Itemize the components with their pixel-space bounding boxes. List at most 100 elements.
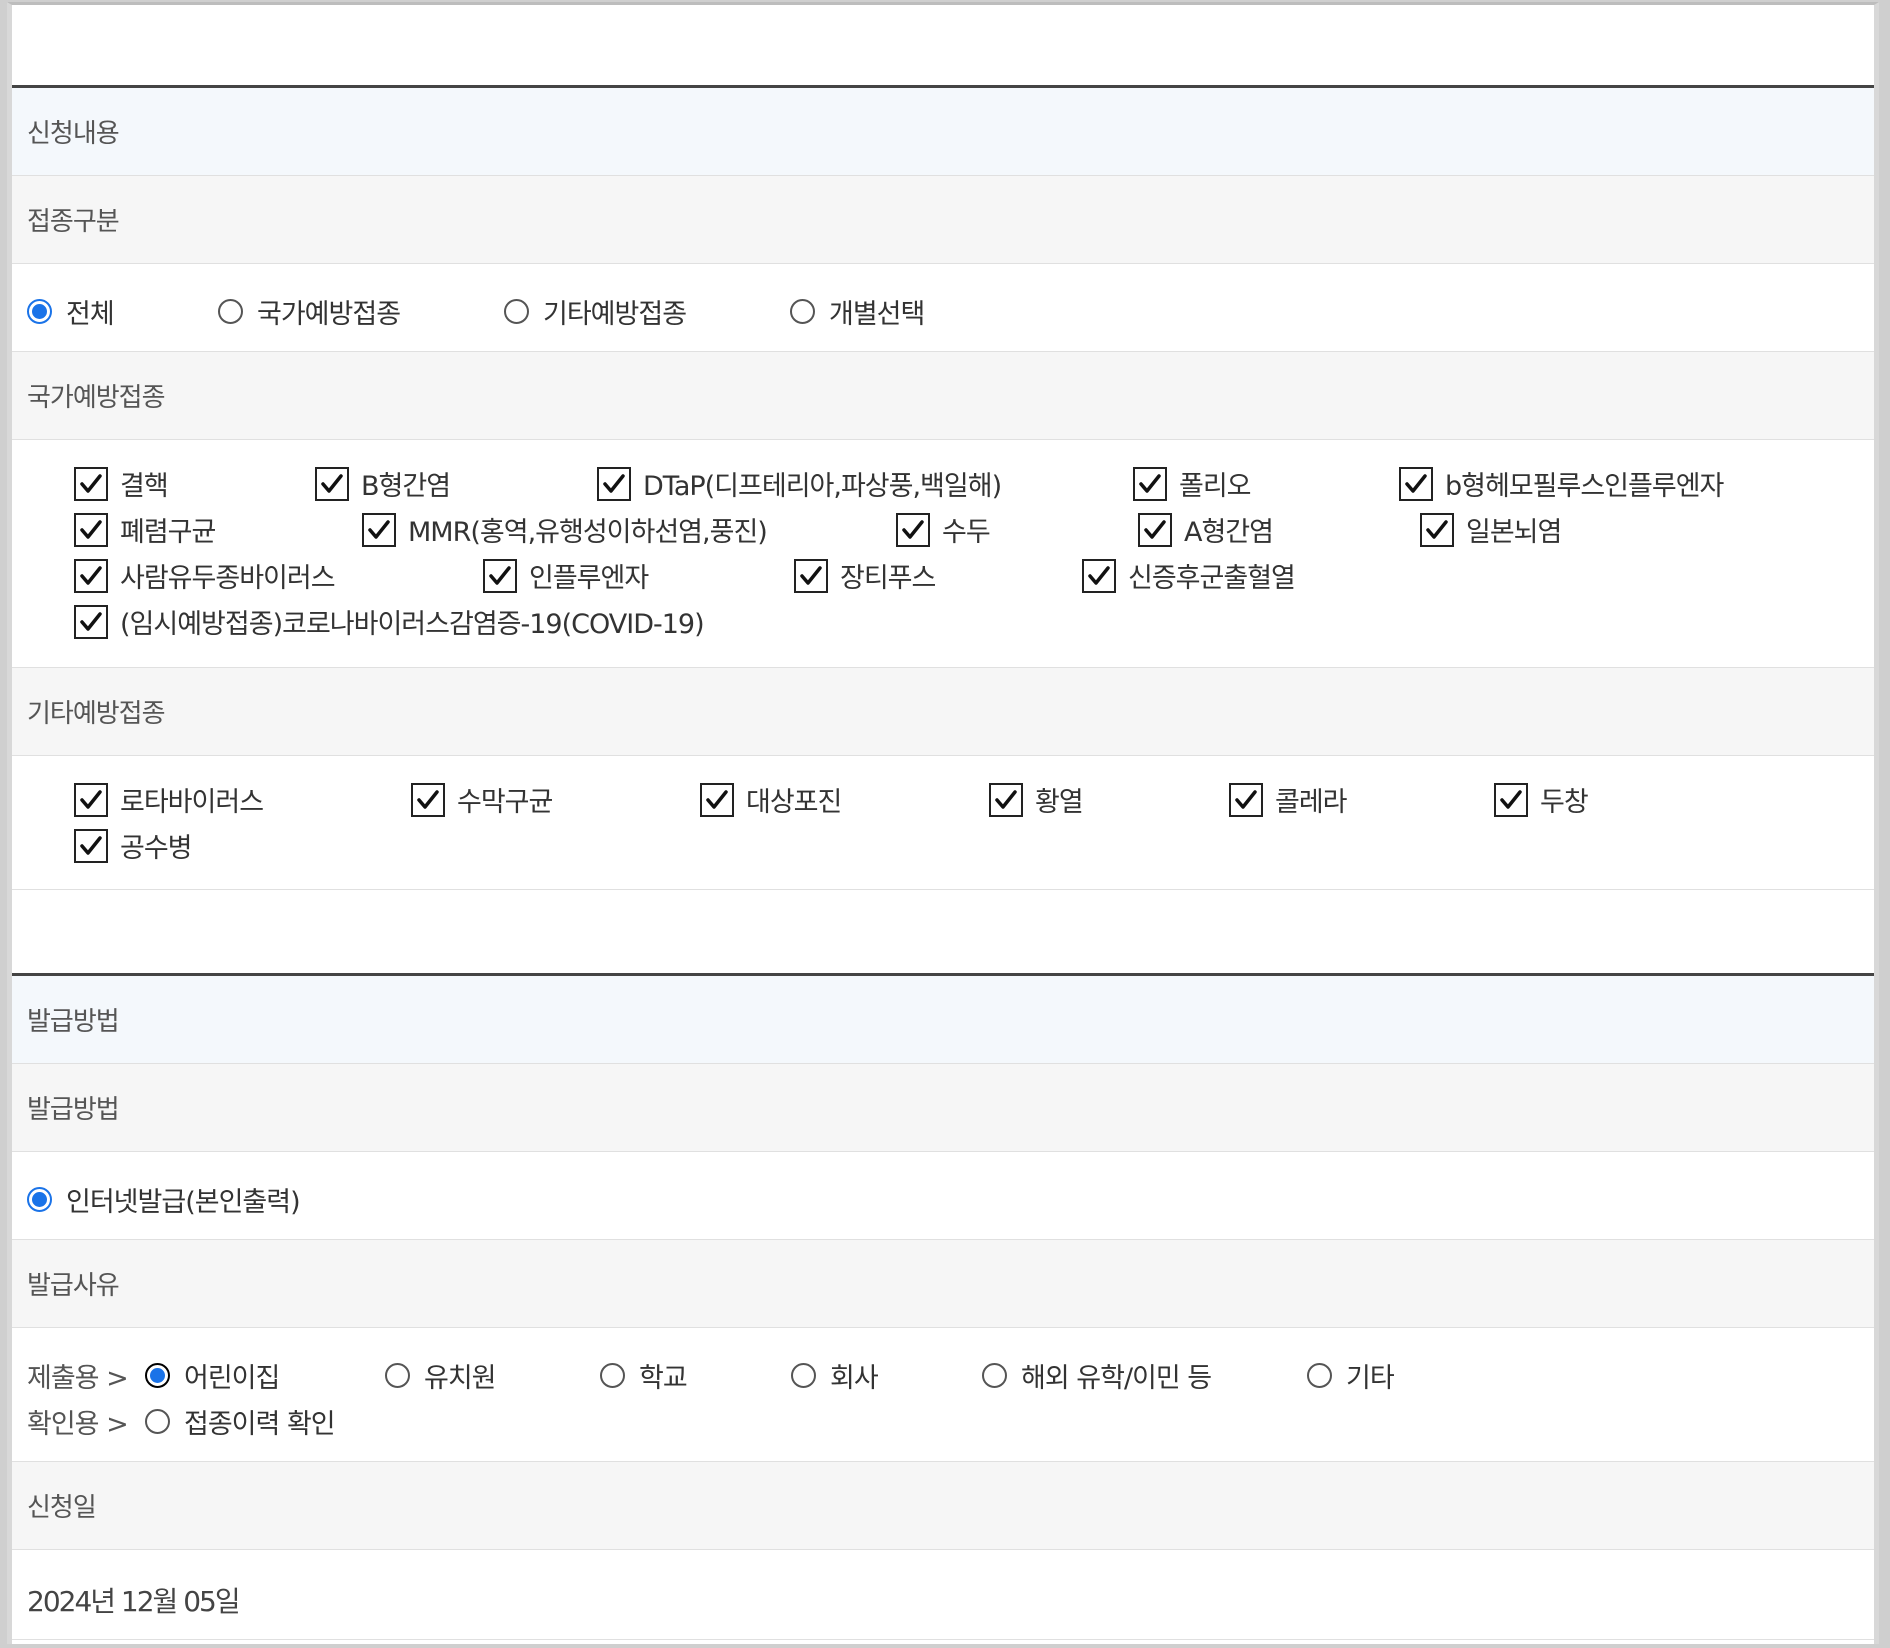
checkbox-checked-icon[interactable]	[74, 512, 108, 547]
checkbox-checked-icon[interactable]	[597, 466, 631, 501]
checkbox-label: 두창	[1540, 787, 1589, 818]
checkbox-item[interactable]: 콜레라	[1229, 780, 1348, 819]
certificate-form: 신청내용 접종구분 전체 국가예방접종 기타예방접종 개별선택 국가예방접종 결…	[7, 2, 1879, 1644]
other-checkbox-group: 로타바이러스 수막구균 대상포진 황열 콜레라 두창공수병	[12, 756, 1874, 890]
checkbox-label: (임시예방접종)코로나바이러스감염증-19(COVID-19)	[120, 609, 705, 640]
radio-national[interactable]: 국가예방접종	[218, 292, 401, 331]
checkbox-item[interactable]: 폐렴구균	[74, 510, 216, 549]
radio-label: 국가예방접종	[257, 299, 401, 330]
checkbox-item[interactable]: 인플루엔자	[483, 556, 649, 595]
other-label-row: 기타예방접종	[12, 668, 1874, 756]
radio-circle[interactable]	[145, 1363, 170, 1388]
radio-circle[interactable]	[145, 1409, 170, 1434]
section-title: 발급방법	[27, 1007, 120, 1037]
radio-circle[interactable]	[600, 1363, 625, 1388]
checkbox-checked-icon[interactable]	[74, 782, 108, 817]
radio-circle[interactable]	[27, 299, 52, 324]
other-label: 기타예방접종	[27, 699, 166, 729]
submit-prefix: 제출용 >	[27, 1363, 129, 1394]
radio-internet-issue[interactable]: 인터넷발급(본인출력)	[27, 1180, 301, 1219]
apply-date-label-row: 신청일	[12, 1462, 1874, 1550]
checkbox-checked-icon[interactable]	[1229, 782, 1263, 817]
checkbox-item[interactable]: 수두	[896, 510, 991, 549]
checkbox-checked-icon[interactable]	[411, 782, 445, 817]
checkbox-checked-icon[interactable]	[74, 828, 108, 863]
radio-label: 개별선택	[829, 299, 925, 330]
checkbox-checked-icon[interactable]	[989, 782, 1023, 817]
checkbox-item[interactable]: 사람유두종바이러스	[74, 556, 336, 595]
checkbox-item[interactable]: B형간염	[315, 464, 451, 503]
checkbox-checked-icon[interactable]	[315, 466, 349, 501]
top-spacer	[12, 5, 1874, 85]
radio-circle[interactable]	[385, 1363, 410, 1388]
radio-school[interactable]: 학교	[600, 1356, 688, 1395]
radio-circle[interactable]	[791, 1363, 816, 1388]
checkbox-checked-icon[interactable]	[1420, 512, 1454, 547]
vaccination-type-label-row: 접종구분	[12, 176, 1874, 264]
radio-circle[interactable]	[790, 299, 815, 324]
radio-other[interactable]: 기타예방접종	[504, 292, 687, 331]
checkbox-checked-icon[interactable]	[1138, 512, 1172, 547]
checkbox-item[interactable]: 수막구균	[411, 780, 553, 819]
checkbox-label: MMR(홍역,유행성이하선염,풍진)	[408, 517, 768, 548]
checkbox-checked-icon[interactable]	[1399, 466, 1433, 501]
checkbox-label: 콜레라	[1275, 787, 1348, 818]
checkbox-checked-icon[interactable]	[794, 558, 828, 593]
checkbox-item[interactable]: (임시예방접종)코로나바이러스감염증-19(COVID-19)	[74, 602, 705, 641]
issue-reason-options: 제출용 > 어린이집 유치원 학교 회사 해외 유학/이민 등 기타 확인용 >	[12, 1328, 1874, 1462]
checkbox-item[interactable]: 대상포진	[700, 780, 842, 819]
radio-circle[interactable]	[27, 1187, 52, 1212]
radio-daycare[interactable]: 어린이집	[145, 1356, 280, 1395]
checkbox-checked-icon[interactable]	[483, 558, 517, 593]
checkbox-item[interactable]: 폴리오	[1133, 464, 1252, 503]
checkbox-label: 대상포진	[746, 787, 842, 818]
checkbox-checked-icon[interactable]	[700, 782, 734, 817]
checkbox-item[interactable]: 결핵	[74, 464, 169, 503]
radio-individual[interactable]: 개별선택	[790, 292, 925, 331]
checkbox-label: 결핵	[120, 471, 169, 502]
checkbox-checked-icon[interactable]	[1082, 558, 1116, 593]
radio-all[interactable]: 전체	[27, 292, 115, 331]
radio-label: 학교	[639, 1363, 688, 1394]
radio-history-confirm[interactable]: 접종이력 확인	[145, 1402, 336, 1441]
checkbox-label: b형헤모필루스인플루엔자	[1445, 471, 1724, 502]
radio-circle[interactable]	[504, 299, 529, 324]
radio-overseas[interactable]: 해외 유학/이민 등	[982, 1356, 1212, 1395]
vaccination-type-options: 전체 국가예방접종 기타예방접종 개별선택	[12, 264, 1874, 352]
checkbox-checked-icon[interactable]	[74, 558, 108, 593]
checkbox-item[interactable]: 일본뇌염	[1420, 510, 1562, 549]
vaccination-type-label: 접종구분	[27, 207, 120, 237]
radio-label: 접종이력 확인	[184, 1409, 336, 1440]
checkbox-item[interactable]: MMR(홍역,유행성이하선염,풍진)	[362, 510, 768, 549]
radio-label: 전체	[66, 299, 115, 330]
radio-company[interactable]: 회사	[791, 1356, 879, 1395]
checkbox-checked-icon[interactable]	[74, 466, 108, 501]
checkbox-checked-icon[interactable]	[896, 512, 930, 547]
checkbox-label: 신증후군출혈열	[1128, 563, 1296, 594]
checkbox-checked-icon[interactable]	[1494, 782, 1528, 817]
checkbox-label: 수막구균	[457, 787, 553, 818]
checkbox-item[interactable]: 신증후군출혈열	[1082, 556, 1296, 595]
checkbox-item[interactable]: 두창	[1494, 780, 1589, 819]
checkbox-item[interactable]: A형간염	[1138, 510, 1274, 549]
checkbox-item[interactable]: 장티푸스	[794, 556, 936, 595]
radio-circle[interactable]	[982, 1363, 1007, 1388]
checkbox-item[interactable]: DTaP(디프테리아,파상풍,백일해)	[597, 464, 1002, 503]
checkbox-label: DTaP(디프테리아,파상풍,백일해)	[643, 471, 1002, 502]
confirm-prefix: 확인용 >	[27, 1409, 129, 1440]
radio-label: 해외 유학/이민 등	[1021, 1363, 1212, 1394]
checkbox-item[interactable]: b형헤모필루스인플루엔자	[1399, 464, 1724, 503]
checkbox-checked-icon[interactable]	[362, 512, 396, 547]
issue-reason-label: 발급사유	[27, 1271, 120, 1301]
checkbox-checked-icon[interactable]	[1133, 466, 1167, 501]
checkbox-label: 일본뇌염	[1466, 517, 1562, 548]
radio-etc[interactable]: 기타	[1307, 1356, 1395, 1395]
radio-label: 인터넷발급(본인출력)	[66, 1187, 301, 1218]
checkbox-checked-icon[interactable]	[74, 604, 108, 639]
radio-circle[interactable]	[218, 299, 243, 324]
radio-kindergarten[interactable]: 유치원	[385, 1356, 497, 1395]
radio-circle[interactable]	[1307, 1363, 1332, 1388]
checkbox-item[interactable]: 공수병	[74, 826, 193, 865]
checkbox-item[interactable]: 로타바이러스	[74, 780, 264, 819]
checkbox-item[interactable]: 황열	[989, 780, 1084, 819]
